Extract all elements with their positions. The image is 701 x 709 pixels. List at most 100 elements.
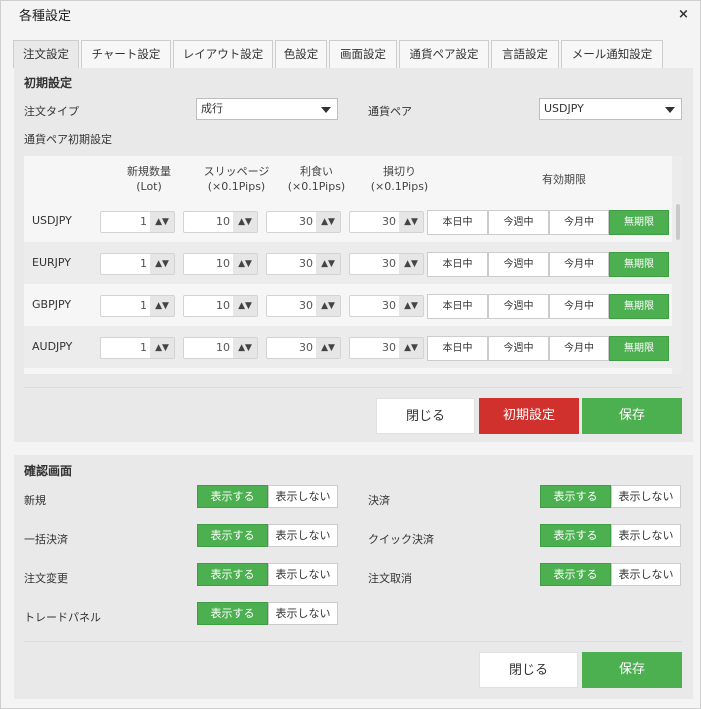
expiry-today-button[interactable]: 本日中	[427, 336, 488, 361]
expiry-week-button[interactable]: 今週中	[488, 210, 549, 235]
stepper-arrows-icon[interactable]: ▲▼	[233, 338, 257, 358]
close-icon[interactable]: ×	[678, 7, 689, 22]
expiry-today-button[interactable]: 本日中	[427, 210, 488, 235]
confirm-new-label: 新規	[24, 494, 46, 507]
confirm-quick-label: クイック決済	[368, 533, 434, 546]
stepper-arrows-icon[interactable]: ▲▼	[399, 254, 423, 274]
pair-select[interactable]: USDJPY	[539, 98, 682, 120]
hide-button[interactable]: 表示しない	[611, 485, 681, 508]
take-profit-stepper[interactable]: 30 ▲▼	[266, 337, 341, 359]
show-button[interactable]: 表示する	[197, 602, 268, 625]
hide-button[interactable]: 表示しない	[268, 524, 338, 547]
order-type-select[interactable]: 成行	[196, 98, 338, 120]
slippage-stepper[interactable]: 10 ▲▼	[183, 253, 258, 275]
stepper-arrows-icon[interactable]: ▲▼	[150, 338, 174, 358]
dialog-title: 各種設定	[19, 9, 72, 24]
header-stop-loss: 損切り (×0.1Pips)	[370, 165, 429, 193]
pair-defaults-grid: 新規数量 (Lot) スリッページ (×0.1Pips) 利食い (×0.1Pi…	[24, 156, 682, 374]
show-button[interactable]: 表示する	[540, 524, 611, 547]
qty-stepper[interactable]: 1 ▲▼	[100, 211, 175, 233]
tab-chart-settings[interactable]: チャート設定	[81, 40, 171, 68]
section-title-initial: 初期設定	[24, 76, 73, 90]
stepper-arrows-icon[interactable]: ▲▼	[316, 254, 340, 274]
confirm-modify-toggle: 表示する 表示しない	[197, 563, 338, 586]
confirmation-panel: 確認画面 新規 表示する 表示しない 決済 表示する 表示しない 一括決済 表示…	[14, 455, 693, 699]
stepper-arrows-icon[interactable]: ▲▼	[399, 212, 423, 232]
stop-loss-stepper[interactable]: 30 ▲▼	[349, 211, 424, 233]
chevron-down-icon	[321, 107, 331, 113]
take-profit-stepper[interactable]: 30 ▲▼	[266, 295, 341, 317]
qty-stepper[interactable]: 1 ▲▼	[100, 295, 175, 317]
close-button[interactable]: 閉じる	[376, 398, 475, 434]
chevron-down-icon	[665, 107, 675, 113]
save-button[interactable]: 保存	[582, 652, 682, 688]
expiry-month-button[interactable]: 今月中	[549, 336, 609, 361]
stepper-arrows-icon[interactable]: ▲▼	[316, 212, 340, 232]
stepper-arrows-icon[interactable]: ▲▼	[233, 254, 257, 274]
show-button[interactable]: 表示する	[540, 485, 611, 508]
tab-language-settings[interactable]: 言語設定	[491, 40, 559, 68]
confirm-settle-toggle: 表示する 表示しない	[540, 485, 681, 508]
stop-loss-stepper[interactable]: 30 ▲▼	[349, 295, 424, 317]
stop-loss-stepper[interactable]: 30 ▲▼	[349, 337, 424, 359]
stop-loss-stepper[interactable]: 30 ▲▼	[349, 253, 424, 275]
tab-screen-settings[interactable]: 画面設定	[329, 40, 397, 68]
show-button[interactable]: 表示する	[197, 485, 268, 508]
stepper-arrows-icon[interactable]: ▲▼	[399, 338, 423, 358]
take-profit-stepper[interactable]: 30 ▲▼	[266, 253, 341, 275]
confirm-panel-label: トレードパネル	[24, 611, 101, 624]
show-button[interactable]: 表示する	[540, 563, 611, 586]
pair-label: 通貨ペア	[368, 105, 412, 118]
hide-button[interactable]: 表示しない	[611, 563, 681, 586]
take-profit-stepper[interactable]: 30 ▲▼	[266, 211, 341, 233]
show-button[interactable]: 表示する	[197, 524, 268, 547]
tab-order-settings[interactable]: 注文設定	[13, 40, 79, 68]
show-button[interactable]: 表示する	[197, 563, 268, 586]
save-button[interactable]: 保存	[582, 398, 682, 434]
expiry-today-button[interactable]: 本日中	[427, 294, 488, 319]
header-expiry: 有効期限	[542, 173, 586, 186]
stepper-arrows-icon[interactable]: ▲▼	[316, 296, 340, 316]
close-button[interactable]: 閉じる	[479, 652, 578, 688]
hide-button[interactable]: 表示しない	[268, 563, 338, 586]
expiry-unlimited-button[interactable]: 無期限	[609, 294, 669, 319]
expiry-month-button[interactable]: 今月中	[549, 252, 609, 277]
pair-value: USDJPY	[544, 102, 584, 115]
expiry-month-button[interactable]: 今月中	[549, 294, 609, 319]
hide-button[interactable]: 表示しない	[268, 602, 338, 625]
expiry-week-button[interactable]: 今週中	[488, 294, 549, 319]
stepper-arrows-icon[interactable]: ▲▼	[150, 296, 174, 316]
stepper-arrows-icon[interactable]: ▲▼	[399, 296, 423, 316]
slippage-stepper[interactable]: 10 ▲▼	[183, 295, 258, 317]
stepper-arrows-icon[interactable]: ▲▼	[233, 296, 257, 316]
stepper-arrows-icon[interactable]: ▲▼	[150, 212, 174, 232]
expiry-week-button[interactable]: 今週中	[488, 336, 549, 361]
expiry-week-button[interactable]: 今週中	[488, 252, 549, 277]
initial-settings-panel: 初期設定 注文タイプ 成行 通貨ペア USDJPY 通貨ペア初期設定 新規数量 …	[14, 68, 693, 442]
tab-color-settings[interactable]: 色設定	[275, 40, 327, 68]
expiry-today-button[interactable]: 本日中	[427, 252, 488, 277]
reset-defaults-button[interactable]: 初期設定	[479, 398, 579, 434]
stepper-arrows-icon[interactable]: ▲▼	[150, 254, 174, 274]
slippage-stepper[interactable]: 10 ▲▼	[183, 211, 258, 233]
row-pair-name: GBPJPY	[32, 298, 72, 311]
qty-stepper[interactable]: 1 ▲▼	[100, 253, 175, 275]
confirm-bulk-label: 一括決済	[24, 533, 68, 546]
grid-scrollbar[interactable]	[676, 204, 680, 240]
confirm-modify-label: 注文変更	[24, 572, 68, 585]
expiry-unlimited-button[interactable]: 無期限	[609, 336, 669, 361]
slippage-stepper[interactable]: 10 ▲▼	[183, 337, 258, 359]
tab-layout-settings[interactable]: レイアウト設定	[173, 40, 273, 68]
hide-button[interactable]: 表示しない	[611, 524, 681, 547]
stepper-arrows-icon[interactable]: ▲▼	[233, 212, 257, 232]
expiry-unlimited-button[interactable]: 無期限	[609, 252, 669, 277]
confirm-new-toggle: 表示する 表示しない	[197, 485, 338, 508]
tab-mail-settings[interactable]: メール通知設定	[561, 40, 663, 68]
grid-body: 新規数量 (Lot) スリッページ (×0.1Pips) 利食い (×0.1Pi…	[24, 156, 672, 374]
expiry-month-button[interactable]: 今月中	[549, 210, 609, 235]
stepper-arrows-icon[interactable]: ▲▼	[316, 338, 340, 358]
expiry-unlimited-button[interactable]: 無期限	[609, 210, 669, 235]
hide-button[interactable]: 表示しない	[268, 485, 338, 508]
tab-pair-settings[interactable]: 通貨ペア設定	[399, 40, 489, 68]
qty-stepper[interactable]: 1 ▲▼	[100, 337, 175, 359]
